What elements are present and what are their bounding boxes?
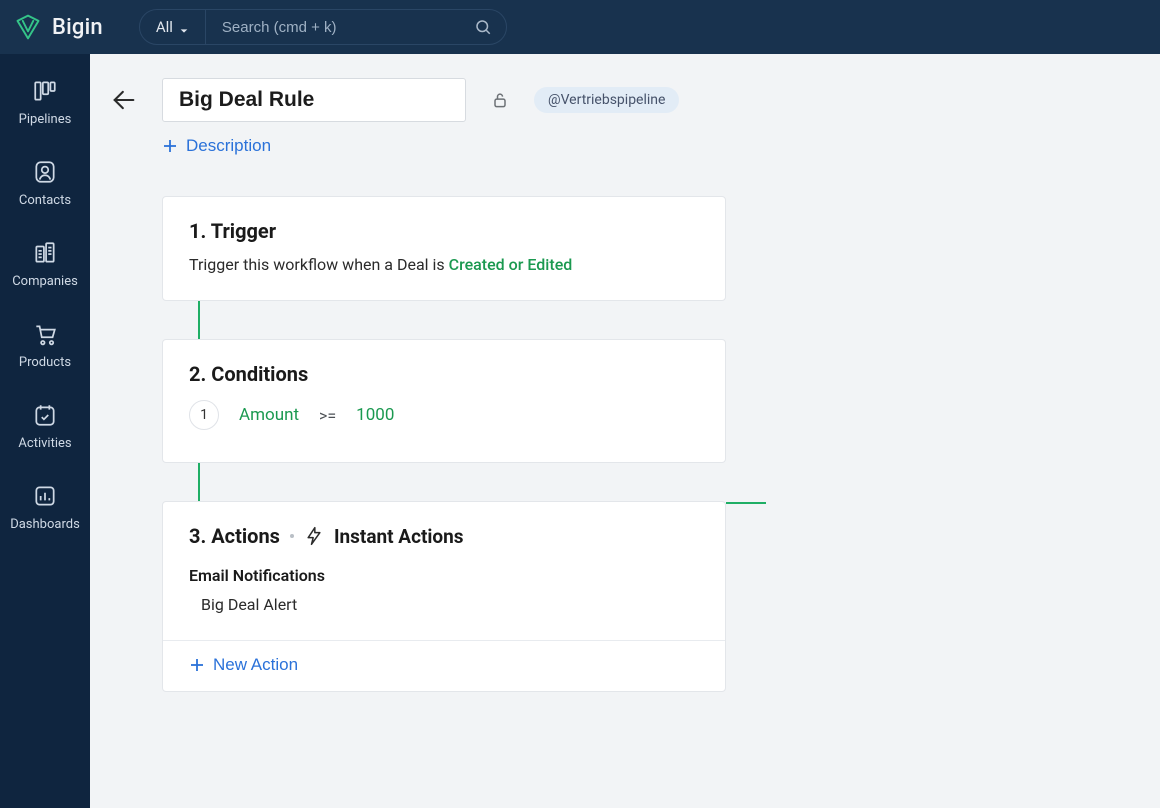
sidebar-item-label: Products — [19, 355, 71, 370]
kanban-icon — [32, 78, 58, 104]
rule-title-input[interactable] — [162, 78, 466, 122]
actions-card[interactable]: 3. Actions Instant Actions Email Notific… — [162, 501, 726, 692]
connector-line — [198, 463, 200, 501]
workflow-cards: 1. Trigger Trigger this workflow when a … — [90, 158, 1160, 692]
chart-icon — [32, 483, 58, 509]
sidebar-item-activities[interactable]: Activities — [18, 402, 71, 451]
conditions-card[interactable]: 2. Conditions 1 Amount >= 1000 — [162, 339, 726, 463]
main-content: @Vertriebspipeline Description 1. Trigge… — [90, 54, 1160, 808]
connector-line — [726, 502, 766, 504]
scope-search: All — [139, 9, 507, 45]
condition-operator[interactable]: >= — [319, 406, 336, 425]
add-description-label: Description — [186, 136, 271, 156]
chevron-down-icon — [179, 22, 189, 32]
plus-icon — [189, 657, 205, 673]
search-box[interactable] — [206, 10, 506, 44]
user-icon — [32, 159, 58, 185]
search-scope-label: All — [156, 18, 173, 36]
new-action-label: New Action — [213, 655, 298, 675]
dot-separator-icon — [290, 534, 294, 538]
trigger-text: Trigger this workflow when a Deal is Cre… — [189, 255, 699, 274]
sidebar-item-label: Pipelines — [19, 112, 72, 127]
sidebar-item-label: Companies — [12, 274, 78, 289]
search-scope-dropdown[interactable]: All — [140, 10, 206, 44]
trigger-event[interactable]: Created or Edited — [449, 255, 573, 274]
search-icon — [474, 18, 492, 36]
condition-row[interactable]: 1 Amount >= 1000 — [189, 400, 699, 430]
condition-value[interactable]: 1000 — [356, 405, 394, 425]
new-action-button[interactable]: New Action — [189, 655, 298, 675]
connector-line — [198, 301, 200, 339]
condition-index: 1 — [189, 400, 219, 430]
sidebar-item-dashboards[interactable]: Dashboards — [10, 483, 80, 532]
actions-heading: 3. Actions — [189, 524, 280, 548]
unlock-icon[interactable] — [490, 90, 510, 110]
sidebar: Pipelines Contacts Companies — [0, 54, 90, 808]
calendar-check-icon — [32, 402, 58, 428]
trigger-card[interactable]: 1. Trigger Trigger this workflow when a … — [162, 196, 726, 301]
sidebar-item-companies[interactable]: Companies — [12, 240, 78, 289]
sidebar-item-pipelines[interactable]: Pipelines — [19, 78, 72, 127]
brand: Bigin — [14, 13, 103, 41]
condition-field[interactable]: Amount — [239, 405, 299, 425]
plus-icon — [162, 138, 178, 154]
add-description-button[interactable]: Description — [162, 136, 271, 156]
action-group-title: Email Notifications — [189, 566, 699, 585]
back-arrow-icon[interactable] — [110, 86, 138, 114]
trigger-pretext: Trigger this workflow when a Deal is — [189, 255, 449, 274]
sidebar-item-contacts[interactable]: Contacts — [19, 159, 71, 208]
search-input[interactable] — [222, 19, 474, 36]
brand-name: Bigin — [52, 15, 103, 40]
sidebar-item-label: Dashboards — [10, 517, 80, 532]
lightning-icon — [304, 526, 324, 546]
pipeline-mention-pill[interactable]: @Vertriebspipeline — [534, 87, 679, 113]
actions-heading-row: 3. Actions Instant Actions — [189, 524, 699, 548]
sidebar-item-label: Activities — [18, 436, 71, 451]
cart-icon — [32, 321, 58, 347]
sidebar-item-products[interactable]: Products — [19, 321, 71, 370]
conditions-heading: 2. Conditions — [189, 362, 699, 386]
sidebar-item-label: Contacts — [19, 193, 71, 208]
instant-actions-label: Instant Actions — [334, 525, 464, 548]
trigger-heading: 1. Trigger — [189, 219, 699, 243]
top-header: Bigin All — [0, 0, 1160, 54]
buildings-icon — [32, 240, 58, 266]
brand-logo-icon — [14, 13, 42, 41]
action-item[interactable]: Big Deal Alert — [201, 595, 699, 614]
title-row: @Vertriebspipeline — [90, 54, 1160, 122]
